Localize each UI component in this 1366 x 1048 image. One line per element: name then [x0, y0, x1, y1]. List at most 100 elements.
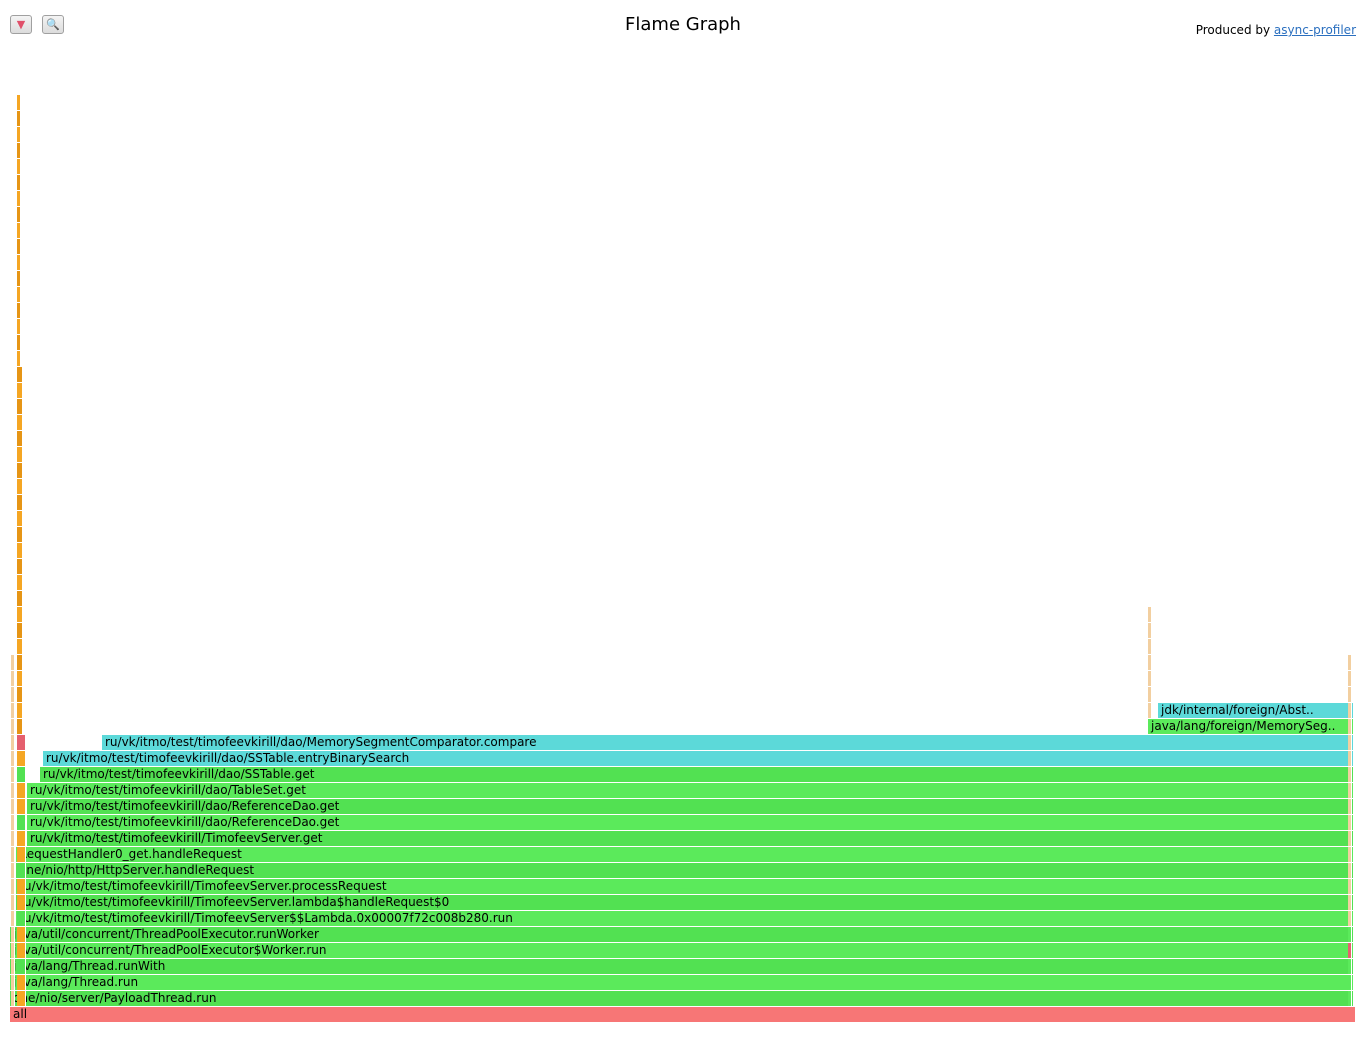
stack-frame-narrow[interactable] — [11, 879, 15, 894]
stack-frame-narrow[interactable] — [17, 943, 26, 958]
stack-frame-narrow[interactable] — [11, 959, 15, 974]
stack-frame-narrow[interactable] — [1348, 879, 1352, 894]
stack-frame[interactable]: java/lang/Thread.runWith — [10, 959, 1354, 974]
stack-frame-narrow[interactable] — [17, 191, 21, 206]
stack-frame-narrow[interactable] — [17, 95, 21, 110]
stack-frame-narrow[interactable] — [11, 815, 15, 830]
stack-frame[interactable]: ru/vk/itmo/test/timofeevkirill/dao/SSTab… — [40, 767, 1354, 782]
stack-frame-narrow[interactable] — [1348, 943, 1352, 958]
stack-frame[interactable]: ru/vk/itmo/test/timofeevkirill/TimofeevS… — [16, 895, 1354, 910]
stack-frame-narrow[interactable] — [17, 463, 23, 478]
stack-frame-narrow[interactable] — [1348, 991, 1352, 1006]
stack-frame[interactable]: one/nio/server/PayloadThread.run — [10, 991, 1354, 1006]
stack-frame-narrow[interactable] — [1348, 703, 1352, 718]
stack-frame-narrow[interactable] — [17, 879, 26, 894]
stack-frame-narrow[interactable] — [17, 959, 26, 974]
stack-frame-narrow[interactable] — [1148, 687, 1152, 702]
stack-frame-narrow[interactable] — [11, 911, 15, 926]
stack-frame-narrow[interactable] — [1348, 735, 1352, 750]
stack-frame-narrow[interactable] — [17, 239, 21, 254]
stack-frame-narrow[interactable] — [17, 975, 26, 990]
stack-frame-narrow[interactable] — [1348, 687, 1352, 702]
stack-frame[interactable]: ru/vk/itmo/test/timofeevkirill/dao/Table… — [27, 783, 1354, 798]
stack-frame-narrow[interactable] — [17, 831, 26, 846]
stack-frame-narrow[interactable] — [1348, 895, 1352, 910]
stack-frame-narrow[interactable] — [17, 639, 23, 654]
stack-frame-narrow[interactable] — [17, 255, 21, 270]
stack-frame-narrow[interactable] — [11, 671, 15, 686]
stack-frame-narrow[interactable] — [17, 623, 23, 638]
stack-frame-narrow[interactable] — [17, 415, 23, 430]
stack-frame-narrow[interactable] — [1148, 703, 1152, 718]
stack-frame[interactable]: RequestHandler0_get.handleRequest — [16, 847, 1354, 862]
stack-frame-narrow[interactable] — [1148, 639, 1152, 654]
stack-frame-narrow[interactable] — [17, 143, 21, 158]
stack-frame-narrow[interactable] — [17, 863, 26, 878]
stack-frame-narrow[interactable] — [17, 991, 26, 1006]
stack-frame-narrow[interactable] — [17, 159, 21, 174]
stack-frame-narrow[interactable] — [1348, 719, 1352, 734]
stack-frame-narrow[interactable] — [17, 767, 26, 782]
stack-frame-narrow[interactable] — [11, 703, 15, 718]
stack-frame-narrow[interactable] — [1348, 655, 1352, 670]
stack-frame-narrow[interactable] — [17, 367, 23, 382]
stack-frame-narrow[interactable] — [17, 175, 21, 190]
stack-frame[interactable]: all — [10, 1007, 1356, 1022]
stack-frame-narrow[interactable] — [11, 847, 15, 862]
stack-frame-narrow[interactable] — [17, 815, 26, 830]
stack-frame-narrow[interactable] — [17, 895, 26, 910]
stack-frame-narrow[interactable] — [17, 319, 21, 334]
stack-frame-narrow[interactable] — [1348, 783, 1352, 798]
stack-frame-narrow[interactable] — [1348, 911, 1352, 926]
stack-frame-narrow[interactable] — [1348, 927, 1352, 942]
stack-frame-narrow[interactable] — [17, 383, 23, 398]
stack-frame-narrow[interactable] — [1348, 831, 1352, 846]
stack-frame-narrow[interactable] — [11, 735, 15, 750]
stack-frame-narrow[interactable] — [17, 575, 23, 590]
stack-frame-narrow[interactable] — [11, 719, 15, 734]
stack-frame-narrow[interactable] — [17, 799, 26, 814]
stack-frame-narrow[interactable] — [17, 447, 23, 462]
stack-frame-narrow[interactable] — [17, 927, 26, 942]
stack-frame-narrow[interactable] — [17, 527, 23, 542]
stack-frame[interactable]: java/util/concurrent/ThreadPoolExecutor.… — [10, 927, 1354, 942]
stack-frame-narrow[interactable] — [1348, 751, 1352, 766]
stack-frame-narrow[interactable] — [11, 767, 15, 782]
stack-frame-narrow[interactable] — [17, 495, 23, 510]
stack-frame-narrow[interactable] — [1348, 767, 1352, 782]
stack-frame-narrow[interactable] — [17, 751, 26, 766]
stack-frame-narrow[interactable] — [11, 751, 15, 766]
stack-frame-narrow[interactable] — [17, 335, 21, 350]
stack-frame[interactable]: jdk/internal/foreign/Abst.. — [1158, 703, 1354, 718]
stack-frame[interactable]: java/lang/foreign/MemorySeg.. — [1148, 719, 1354, 734]
stack-frame-narrow[interactable] — [17, 735, 26, 750]
stack-frame-narrow[interactable] — [11, 863, 15, 878]
stack-frame-narrow[interactable] — [17, 431, 23, 446]
stack-frame-narrow[interactable] — [1348, 975, 1352, 990]
stack-frame-narrow[interactable] — [17, 303, 21, 318]
stack-frame[interactable]: ru/vk/itmo/test/timofeevkirill/TimofeevS… — [16, 879, 1354, 894]
stack-frame-narrow[interactable] — [11, 975, 15, 990]
stack-frame-narrow[interactable] — [17, 271, 21, 286]
stack-frame[interactable]: ru/vk/itmo/test/timofeevkirill/TimofeevS… — [16, 911, 1354, 926]
stack-frame-narrow[interactable] — [1148, 655, 1152, 670]
stack-frame-narrow[interactable] — [17, 111, 21, 126]
stack-frame-narrow[interactable] — [17, 511, 23, 526]
stack-frame-narrow[interactable] — [17, 287, 21, 302]
stack-frame[interactable]: one/nio/http/HttpServer.handleRequest — [16, 863, 1354, 878]
stack-frame-narrow[interactable] — [1348, 959, 1352, 974]
stack-frame-narrow[interactable] — [11, 895, 15, 910]
stack-frame-narrow[interactable] — [17, 223, 21, 238]
stack-frame-narrow[interactable] — [17, 783, 26, 798]
stack-frame-narrow[interactable] — [17, 719, 23, 734]
stack-frame-narrow[interactable] — [11, 655, 15, 670]
stack-frame-narrow[interactable] — [1148, 671, 1152, 686]
stack-frame-narrow[interactable] — [17, 655, 23, 670]
stack-frame[interactable]: java/util/concurrent/ThreadPoolExecutor$… — [10, 943, 1354, 958]
stack-frame-narrow[interactable] — [1348, 863, 1352, 878]
stack-frame-narrow[interactable] — [11, 831, 15, 846]
stack-frame-narrow[interactable] — [17, 479, 23, 494]
stack-frame-narrow[interactable] — [17, 559, 23, 574]
stack-frame-narrow[interactable] — [17, 543, 23, 558]
stack-frame-narrow[interactable] — [17, 399, 23, 414]
